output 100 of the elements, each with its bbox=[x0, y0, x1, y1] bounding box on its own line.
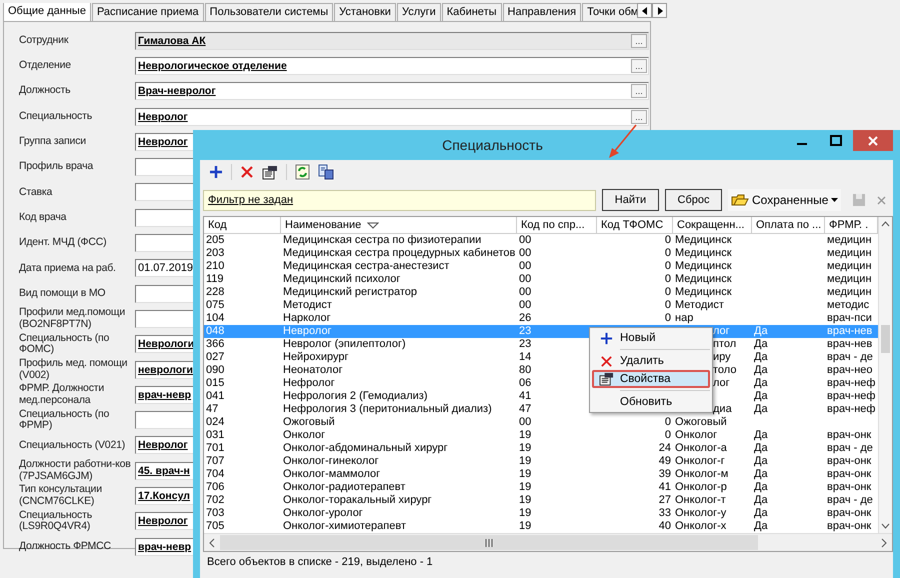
code-cell-text: 00 bbox=[518, 247, 532, 260]
name-cell-text: Неонатолог bbox=[282, 364, 344, 377]
tab[interactable]: Расписание приема bbox=[92, 3, 204, 21]
input-field[interactable]: Невролог ... bbox=[135, 108, 649, 126]
delete-icon[interactable] bbox=[240, 165, 254, 179]
payment-cell-text: Да bbox=[753, 455, 769, 468]
browse-button[interactable]: ... bbox=[631, 110, 647, 124]
position-cell: врач-нев bbox=[825, 325, 878, 338]
position-cell-text: медицин bbox=[826, 247, 873, 260]
menu-item[interactable]: Свойства bbox=[592, 370, 710, 388]
code-cell-text: 0 bbox=[664, 273, 672, 286]
column-header[interactable]: Оплата по ... bbox=[752, 217, 825, 233]
add-icon[interactable] bbox=[209, 165, 223, 179]
code-cell-text: 031 bbox=[205, 429, 226, 442]
code-cell: 048 bbox=[204, 325, 281, 338]
input-field[interactable]: Врач-невролог ... bbox=[135, 82, 649, 100]
name-cell-text: Онколог-абдоминальный хирург bbox=[282, 442, 449, 455]
scroll-thumb[interactable] bbox=[881, 325, 890, 353]
code-cell-text: 704 bbox=[205, 468, 226, 481]
column-header[interactable]: Код ТФОМС bbox=[597, 217, 673, 233]
triangle-right-icon bbox=[656, 6, 662, 14]
column-header[interactable]: Код bbox=[204, 217, 281, 233]
position-cell-text: врач-нев bbox=[826, 338, 874, 351]
browse-button[interactable]: ... bbox=[631, 84, 647, 98]
tab[interactable]: Направления bbox=[502, 3, 582, 21]
browse-button[interactable]: ... bbox=[631, 58, 647, 73]
code-cell-text: 119 bbox=[205, 273, 225, 286]
tab[interactable]: Услуги bbox=[396, 3, 441, 21]
payment-cell-text: Да bbox=[753, 429, 769, 442]
tab[interactable]: Кабинеты bbox=[442, 3, 502, 21]
field-label: Отделение bbox=[19, 60, 72, 72]
payment-cell-text: Да bbox=[753, 468, 769, 481]
grip-icon bbox=[484, 538, 494, 546]
short-name-cell-text: Онколог-х bbox=[674, 520, 728, 533]
code-cell-text: 075 bbox=[205, 299, 226, 312]
code-cell-text: 104 bbox=[205, 312, 226, 325]
code-cell-text: 210 bbox=[205, 260, 226, 273]
find-button[interactable]: Найти bbox=[602, 189, 659, 211]
code-cell-text: 00 bbox=[518, 299, 532, 312]
position-cell-text: врач - де bbox=[826, 351, 874, 364]
name-cell-text: Нефролог bbox=[282, 377, 336, 390]
code-cell-text: 19 bbox=[518, 442, 532, 455]
menu-item[interactable]: Обновить bbox=[592, 393, 710, 411]
code-cell-text: 47 bbox=[518, 403, 532, 416]
column-header[interactable]: Наименование bbox=[281, 217, 517, 233]
code-cell-text: 06 bbox=[518, 377, 532, 390]
name-cell-text: Ожоговый bbox=[282, 416, 336, 429]
filter-field[interactable]: Фильтр не задан bbox=[203, 190, 596, 210]
name-cell-text: Онколог-уролог bbox=[282, 507, 364, 520]
code-cell-text: 19 bbox=[518, 481, 532, 494]
name-cell-text: Нефрология 3 (перитониальный диализ) bbox=[282, 403, 493, 416]
scroll-thumb[interactable] bbox=[220, 535, 758, 550]
horizontal-scrollbar[interactable] bbox=[204, 533, 892, 551]
field-label: Дата приема на раб. bbox=[19, 262, 117, 274]
menu-item[interactable]: Удалить bbox=[592, 352, 710, 370]
position-cell-text: врач - де bbox=[826, 442, 874, 455]
name-cell-text: Онколог bbox=[282, 429, 326, 442]
position-cell-text: медицин bbox=[826, 234, 873, 247]
tab[interactable]: Общие данные bbox=[3, 3, 91, 21]
position-cell-text: медицин bbox=[826, 260, 873, 273]
field-label: Должность bbox=[19, 85, 72, 97]
scroll-left-button[interactable] bbox=[637, 3, 652, 18]
properties-icon[interactable] bbox=[262, 164, 278, 180]
short-name-cell-text: нар bbox=[674, 312, 694, 325]
column-header[interactable]: Код по спр... bbox=[517, 217, 597, 233]
code-cell-text: 26 bbox=[518, 312, 532, 325]
tab[interactable]: Пользователи системы bbox=[204, 3, 334, 21]
reset-button[interactable]: Сброс bbox=[665, 189, 722, 211]
column-header[interactable]: Сокращенн... bbox=[673, 217, 752, 233]
code-cell-text: 39 bbox=[658, 468, 672, 481]
code-cell-text: 0 bbox=[664, 234, 672, 247]
field-label: Должности работни-ков (7PJSAM6GJM) bbox=[19, 459, 132, 482]
name-cell-text: Медицинский регистратор bbox=[282, 286, 418, 299]
scroll-right-button[interactable] bbox=[652, 3, 667, 18]
name-cell: Невролог bbox=[281, 325, 517, 338]
field-label: Вид помощи в МО bbox=[19, 288, 106, 300]
field-label: Должность ФРМСС bbox=[19, 540, 112, 552]
code-cell-text: 00 bbox=[518, 260, 532, 273]
tab[interactable]: Установки bbox=[334, 3, 396, 21]
short-name-cell-text: Онколог bbox=[674, 429, 718, 442]
position-cell-text: врач-неф bbox=[826, 403, 876, 416]
saved-filters-button[interactable]: Сохраненные bbox=[728, 189, 842, 211]
refresh-icon[interactable] bbox=[295, 164, 310, 180]
code-cell-text: 0 bbox=[664, 299, 672, 312]
minimize-icon bbox=[797, 143, 807, 145]
code-cell-text: 33 bbox=[658, 507, 672, 520]
close-icon[interactable] bbox=[877, 196, 886, 204]
close-button[interactable] bbox=[853, 130, 893, 151]
code-cell-text: 706 bbox=[205, 481, 226, 494]
code-cell-text: 0 bbox=[664, 312, 672, 325]
field-label: Специальность (по ФРМР) bbox=[19, 408, 110, 432]
position-cell-text: врач-онк bbox=[826, 481, 872, 494]
code-cell-text: 205 bbox=[205, 234, 226, 247]
payment-cell: Да bbox=[752, 325, 825, 338]
name-cell-text: Медицинская сестра процедурных кабинетов bbox=[282, 247, 516, 260]
payment-cell-text: Да bbox=[753, 377, 769, 390]
export-icon[interactable] bbox=[318, 164, 334, 180]
input-field[interactable]: Неврологическое отделение ... bbox=[135, 56, 649, 75]
vertical-scrollbar[interactable] bbox=[878, 217, 892, 533]
short-name-cell-text: Медицинск bbox=[674, 234, 733, 247]
